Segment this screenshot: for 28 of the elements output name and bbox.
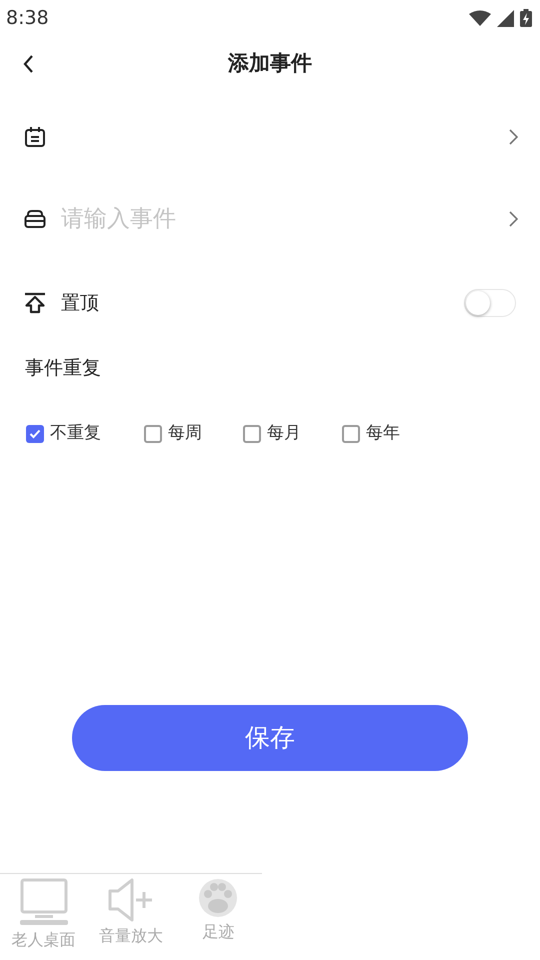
pin-label: 置顶 [61, 290, 100, 316]
repeat-option[interactable]: 每年 [342, 421, 441, 447]
event-input-field[interactable]: 请输入事件 [61, 202, 508, 236]
status-time: 8:38 [6, 6, 49, 31]
pin-toggle[interactable] [464, 289, 516, 317]
repeat-option[interactable]: 每月 [243, 421, 342, 447]
signal-icon [497, 10, 514, 26]
chevron-right-icon [508, 211, 518, 227]
speaker-plus-icon [108, 878, 154, 922]
back-icon [22, 55, 34, 73]
repeat-option[interactable]: 每周 [144, 421, 243, 447]
page-title: 添加事件 [228, 50, 312, 78]
checkbox[interactable] [342, 425, 360, 443]
checkbox[interactable] [26, 425, 44, 443]
check-icon [29, 429, 41, 439]
monitor-icon [18, 878, 69, 926]
checkbox[interactable] [243, 425, 261, 443]
repeat-option[interactable]: 不重复 [26, 421, 144, 447]
battery-icon [520, 9, 532, 27]
checkbox[interactable] [144, 425, 162, 443]
save-button[interactable]: 保存 [72, 705, 468, 771]
bag-icon [24, 209, 46, 229]
pin-top-icon [24, 292, 46, 314]
wifi-icon [469, 10, 491, 26]
repeat-label: 事件重复 [24, 356, 102, 381]
calendar-icon [24, 126, 46, 148]
paw-icon [197, 878, 240, 918]
chevron-right-icon [508, 129, 518, 145]
